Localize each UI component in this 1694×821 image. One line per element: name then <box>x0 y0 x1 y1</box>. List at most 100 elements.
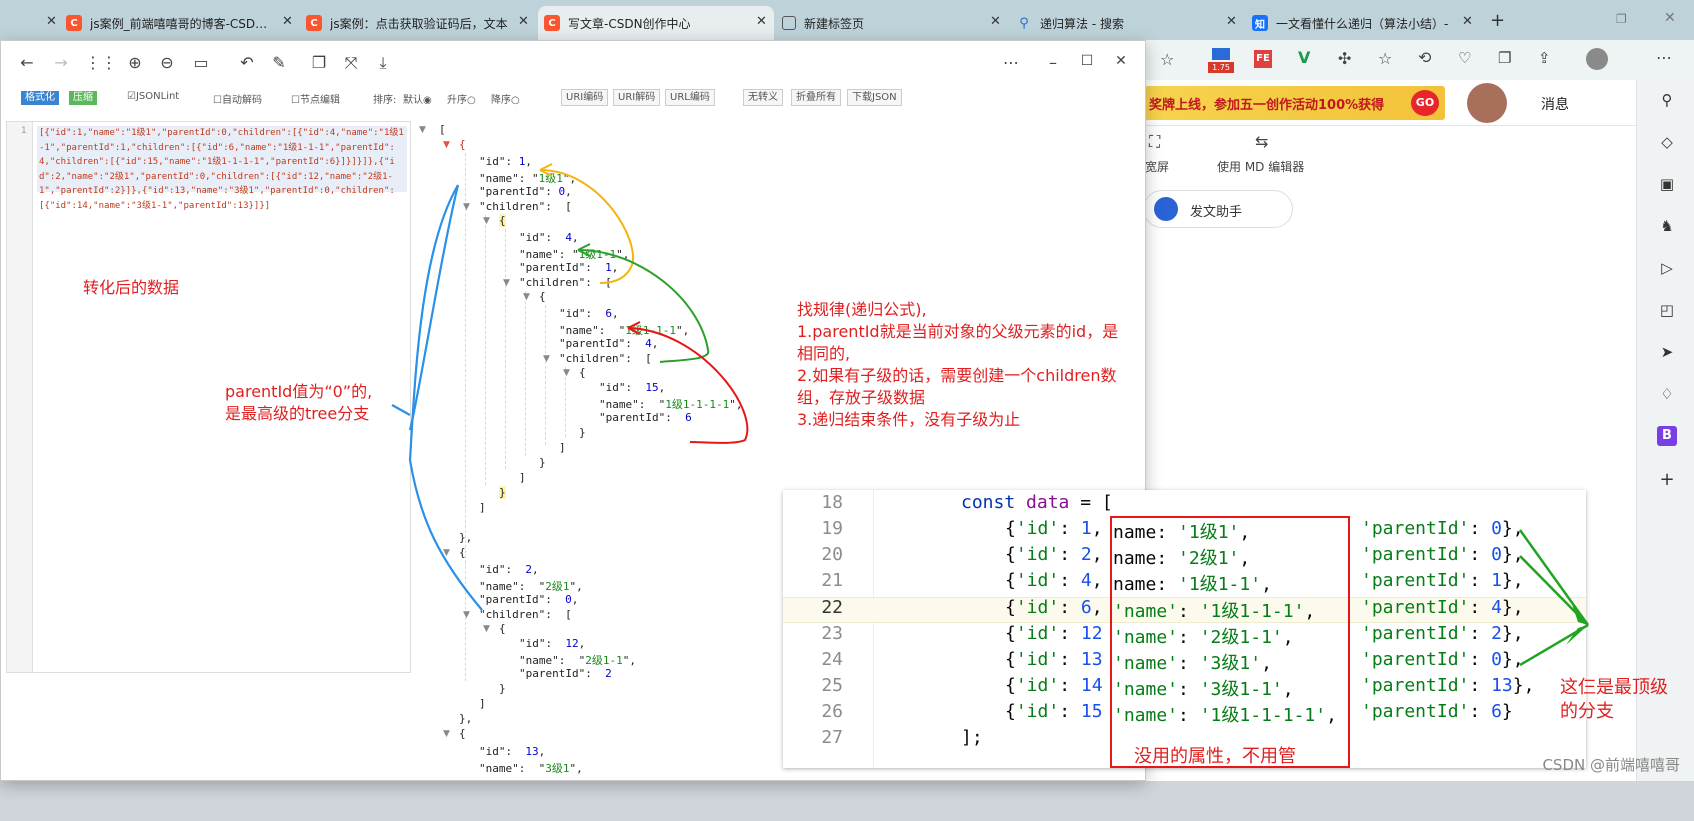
compress-button[interactable]: 压缩 <box>69 91 97 105</box>
id-value: 12 <box>1080 623 1103 644</box>
collapse-arrow-icon[interactable]: ▼ <box>463 202 470 212</box>
tag-icon[interactable]: ◇ <box>1657 132 1677 152</box>
user-avatar[interactable] <box>1467 83 1507 123</box>
messages-link[interactable]: 消息 <box>1541 94 1569 114</box>
rotate-icon[interactable]: ↶ <box>237 53 257 72</box>
crop-icon[interactable]: ⤧ <box>341 53 361 73</box>
profile-avatar-icon[interactable] <box>1586 48 1608 70</box>
close-tab-icon[interactable]: ✕ <box>518 14 529 29</box>
sort-asc-radio[interactable]: 升序○ <box>447 91 476 106</box>
play-icon[interactable]: ▷ <box>1657 258 1677 278</box>
no-escape-button[interactable]: 无转义 <box>743 89 783 106</box>
fit-page-icon[interactable]: ▭ <box>191 53 211 72</box>
close-tab-icon[interactable]: ✕ <box>1226 14 1237 29</box>
collapse-arrow-icon[interactable]: ▼ <box>503 278 510 288</box>
key: "name": <box>599 398 646 411</box>
uri-decode-button[interactable]: URI解码 <box>613 89 661 106</box>
collapse-arrow-icon[interactable]: ▼ <box>463 610 470 620</box>
collapse-arrow-icon[interactable]: ▼ <box>443 729 450 739</box>
tab-zhihu-recursion[interactable]: 知 一文看懂什么递归（算法小结）- <box>1246 6 1468 40</box>
tab-verification-code[interactable]: C js案例：点击获取验证码后，文本 <box>300 6 532 40</box>
edit-icon[interactable]: ✎ <box>269 53 289 72</box>
more-menu-icon[interactable]: ⋯ <box>1656 48 1672 67</box>
tab-label: js案例：点击获取验证码后，文本 <box>330 16 508 31</box>
back-icon[interactable]: ← <box>17 53 37 72</box>
maximize-icon[interactable]: ☐ <box>1077 53 1097 69</box>
tab-new-tab[interactable]: 新建标签页 <box>776 6 986 40</box>
tree-field-name: "name": "1级1-1", <box>519 248 630 261</box>
bing-b-icon[interactable]: B <box>1657 426 1677 446</box>
share-icon[interactable]: ⇪ <box>1538 49 1551 67</box>
uri-encode-button[interactable]: URI编码 <box>561 89 609 106</box>
download-icon[interactable]: ⤓ <box>373 53 393 73</box>
performance-icon[interactable]: ♡ <box>1458 49 1471 67</box>
collapse-arrow-icon[interactable]: ▼ <box>419 125 426 135</box>
collapse-arrow-icon[interactable]: ▼ <box>443 548 450 558</box>
sort-desc-radio[interactable]: 降序○ <box>491 91 520 106</box>
collections-icon[interactable]: ❐ <box>1498 49 1511 67</box>
id-value: 2 <box>1080 544 1092 565</box>
url-encode-button[interactable]: URL编码 <box>665 89 715 106</box>
promo-banner[interactable]: 奖牌上线，参加五一创作活动100%获得 GO <box>1145 86 1445 120</box>
notification-icon[interactable]: ♢ <box>1657 384 1677 404</box>
sort-default-label: 默认 <box>403 95 423 106</box>
tree-field-name: "name": "1级1-1-1", <box>559 324 690 337</box>
raw-json-text[interactable]: [{"id":1,"name":"1级1","parentId":0,"chil… <box>37 126 407 211</box>
fehelper-icon[interactable]: FE <box>1254 50 1272 68</box>
history-icon[interactable]: ⟲ <box>1418 48 1431 67</box>
collapse-arrow-icon[interactable]: ▼ <box>563 368 570 378</box>
copy-icon[interactable]: ❐ <box>309 53 329 72</box>
wide-screen-button[interactable]: 宽屏 <box>1145 158 1169 175</box>
autodecode-option[interactable]: ☐自动解码 <box>213 91 262 106</box>
fold-all-button[interactable]: 折叠所有 <box>791 89 841 106</box>
minimize-icon[interactable]: – <box>1043 53 1063 72</box>
favorites-icon[interactable]: ☆ <box>1378 49 1392 68</box>
zoom-in-icon[interactable]: ⊕ <box>125 53 145 72</box>
tab-js-cases[interactable]: C js案例_前端嘻嘻哥的博客-CSDN博 <box>60 6 292 40</box>
zoom-out-icon[interactable]: ⊖ <box>157 53 177 72</box>
jsonlint-option[interactable]: ☑JSONLint <box>127 91 179 102</box>
line-gutter: 1 <box>7 122 33 672</box>
forward-icon[interactable]: → <box>51 53 71 72</box>
close-tab-icon[interactable]: ✕ <box>282 14 293 29</box>
office-icon[interactable]: ◰ <box>1657 300 1677 320</box>
extensions-puzzle-icon[interactable]: ✣ <box>1338 49 1351 68</box>
sort-default-radio[interactable]: 默认◉ <box>403 91 432 106</box>
games-icon[interactable]: ♞ <box>1657 216 1677 236</box>
close-window-icon[interactable]: ✕ <box>1111 53 1131 69</box>
collapse-arrow-icon[interactable]: ▼ <box>523 292 530 302</box>
md-editor-button[interactable]: 使用 MD 编辑器 <box>1217 158 1304 175</box>
close-tab-icon[interactable]: ✕ <box>46 14 57 29</box>
more-options-icon[interactable]: ⋯ <box>1001 53 1021 72</box>
close-tab-icon[interactable]: ✕ <box>756 14 767 29</box>
key: "children": <box>519 276 592 289</box>
collapse-arrow-icon[interactable]: ▼ <box>483 216 490 226</box>
tab-write-article[interactable]: C 写文章-CSDN创作中心 <box>538 6 774 40</box>
new-tab-icon[interactable]: + <box>1490 10 1505 31</box>
restore-window-icon[interactable]: ❐ <box>1616 12 1627 26</box>
apps-grid-icon[interactable]: ⋮⋮ <box>85 53 117 72</box>
banner-go-button[interactable]: GO <box>1411 90 1439 116</box>
close-window-icon[interactable]: ✕ <box>1664 10 1676 26</box>
vue-devtools-icon[interactable]: V <box>1298 48 1310 67</box>
send-icon[interactable]: ➤ <box>1657 342 1677 362</box>
line-number: 1 <box>21 126 27 136</box>
collapse-arrow-icon[interactable]: ▼ <box>443 140 450 150</box>
add-sidebar-icon[interactable]: + <box>1657 470 1677 490</box>
browser-toolbar: ☆ 1.75 FE V ✣ ☆ ⟲ ♡ ❐ ⇪ ⋯ <box>1060 40 1694 80</box>
close-tab-icon[interactable]: ✕ <box>1462 14 1473 29</box>
format-button[interactable]: 格式化 <box>21 91 59 105</box>
nodeedit-option[interactable]: ☐节点编辑 <box>291 91 340 106</box>
download-json-button[interactable]: 下载JSON <box>847 89 902 106</box>
tab-recursion-search[interactable]: ⚲ 递归算法 - 搜索 <box>1010 6 1220 40</box>
rule-1-line1: 1.parentId就是当前对象的父级元素的id，是 <box>797 322 1119 341</box>
collapse-arrow-icon[interactable]: ▼ <box>483 624 490 634</box>
favorite-star-icon[interactable]: ☆ <box>1160 50 1174 69</box>
toolbox-icon[interactable]: ▣ <box>1657 174 1677 194</box>
writing-assistant-button[interactable]: 发文助手 <box>1143 190 1293 228</box>
collapse-arrow-icon[interactable]: ▼ <box>543 354 550 364</box>
search-icon[interactable]: ⚲ <box>1657 90 1677 110</box>
close-tab-icon[interactable]: ✕ <box>990 14 1001 29</box>
extension-video-icon[interactable]: 1.75 <box>1208 46 1234 74</box>
indent-guide <box>485 215 486 485</box>
